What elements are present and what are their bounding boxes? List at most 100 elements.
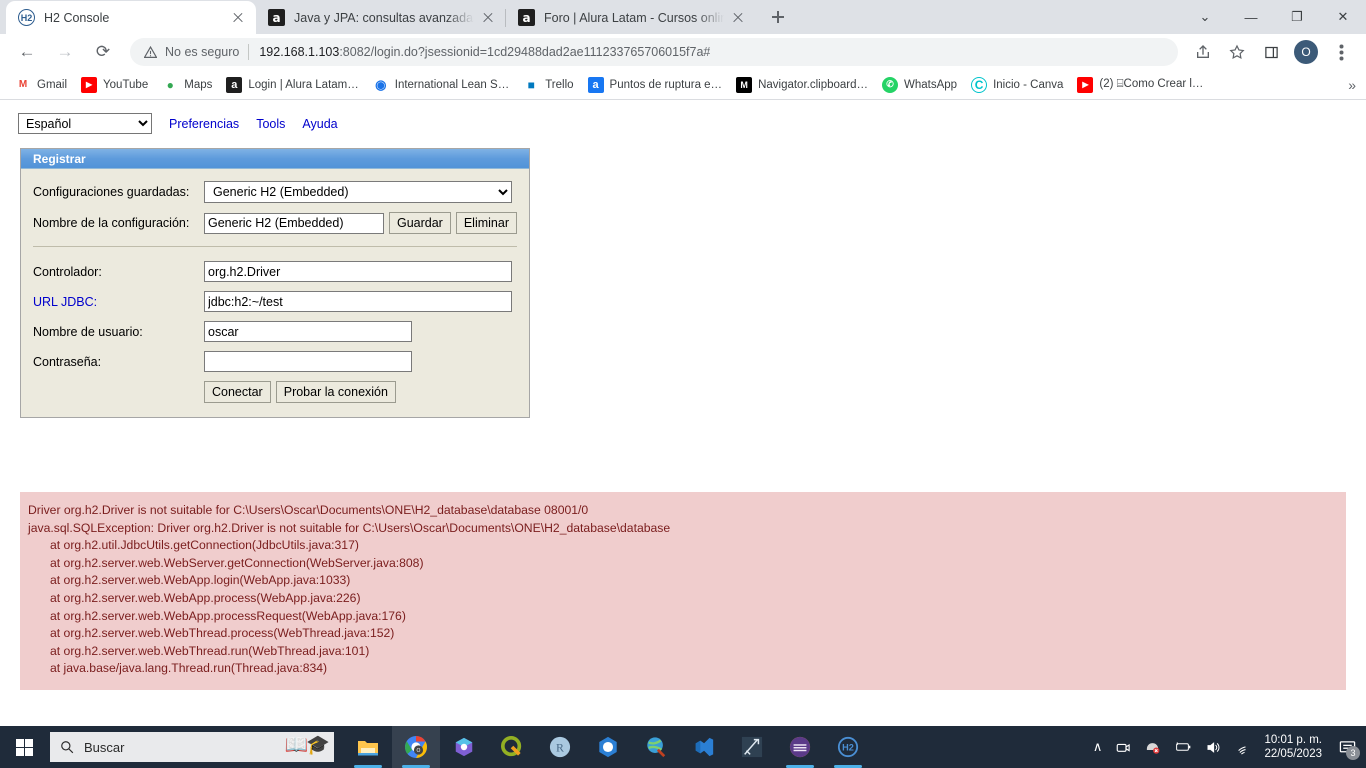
new-tab-button[interactable] (764, 3, 792, 31)
taskbar-geogebra[interactable] (728, 726, 776, 768)
saved-settings-row: Configuraciones guardadas: Generic H2 (E… (33, 181, 517, 203)
gmail-icon: M (15, 76, 31, 93)
setting-name-label: Nombre de la configuración: (33, 216, 190, 230)
bookmark-canva[interactable]: C Inicio - Canva (964, 74, 1070, 96)
whatsapp-icon: ✆ (882, 76, 899, 93)
close-window-icon[interactable]: ✕ (1320, 0, 1366, 34)
taskbar-google-chrome[interactable]: O (392, 726, 440, 768)
notification-center-button[interactable]: 3 (1332, 726, 1362, 768)
battery-icon[interactable] (1167, 740, 1198, 754)
alura-icon: a (587, 76, 604, 93)
tab-h2-console[interactable]: H2 H2 Console (6, 1, 256, 34)
test-connection-button[interactable]: Probar la conexión (275, 381, 396, 403)
taskbar-vs-code[interactable] (680, 726, 728, 768)
screen-record-icon[interactable] (1109, 740, 1138, 755)
svg-text:H2: H2 (842, 743, 854, 753)
bookmark-label: (2) ⌸Como Crear l… (1099, 78, 1204, 90)
taskbar-globe-app[interactable] (584, 726, 632, 768)
bookmark-navigator-clipboard[interactable]: M Navigator.clipboard… (729, 74, 875, 96)
save-button[interactable]: Guardar (388, 212, 451, 234)
taskbar-h2-console[interactable]: H2 (824, 726, 872, 768)
forward-icon[interactable]: → (51, 38, 79, 66)
error-line: Driver org.h2.Driver is not suitable for… (28, 503, 589, 517)
search-illustration-icon: 📖🎓 (284, 735, 330, 756)
tab-foro-alura[interactable]: a Foro | Alura Latam - Cursos onlin (505, 1, 756, 34)
bookmark-gmail[interactable]: M Gmail (8, 74, 74, 96)
connect-button[interactable]: Conectar (204, 381, 271, 403)
help-link[interactable]: Ayuda (302, 117, 337, 131)
tab-title: H2 Console (44, 10, 110, 25)
reload-icon[interactable]: ⟳ (89, 38, 117, 66)
clock-date: 22/05/2023 (1264, 748, 1322, 760)
tray-expand-chevron-icon[interactable]: ∧ (1086, 739, 1110, 755)
maximize-icon[interactable]: ❐ (1274, 0, 1320, 34)
driver-input[interactable] (204, 261, 512, 282)
error-line: at org.h2.server.web.WebThread.run(WebTh… (50, 643, 370, 658)
tools-link[interactable]: Tools (256, 117, 285, 131)
security-label: No es seguro (165, 45, 240, 59)
preferences-link[interactable]: Preferencias (169, 117, 239, 131)
taskbar-jetbrains-app[interactable] (776, 726, 824, 768)
username-label: Nombre de usuario: (33, 324, 143, 339)
bookmark-star-icon[interactable] (1223, 38, 1251, 66)
tab-title: Java y JPA: consultas avanzadas, r (294, 10, 474, 25)
toolbar-icons: O (1186, 38, 1358, 66)
error-line: at org.h2.server.web.WebThread.process(W… (50, 626, 395, 641)
chrome-menu-icon[interactable] (1327, 38, 1355, 66)
error-line: java.sql.SQLException: Driver org.h2.Dri… (28, 520, 671, 535)
close-icon[interactable] (730, 10, 746, 26)
minimize-icon[interactable]: — (1228, 0, 1274, 34)
start-button[interactable] (0, 726, 48, 768)
username-row: Nombre de usuario: (33, 321, 517, 342)
taskbar-file-explorer[interactable] (344, 726, 392, 768)
action-buttons-row: Conectar Probar la conexión (33, 381, 517, 403)
bookmark-whatsapp[interactable]: ✆ WhatsApp (875, 74, 964, 96)
wifi-icon[interactable] (1228, 740, 1258, 755)
back-icon[interactable]: ← (13, 38, 41, 66)
username-input[interactable] (204, 321, 412, 342)
language-select[interactable]: Español (18, 113, 152, 134)
taskbar-rstudio[interactable]: R (536, 726, 584, 768)
share-icon[interactable] (1189, 38, 1217, 66)
setting-name-input[interactable] (204, 212, 384, 234)
jdbc-url-input[interactable] (204, 291, 512, 312)
taskbar-search-box[interactable]: Buscar 📖🎓 (50, 732, 334, 762)
close-icon[interactable] (230, 10, 246, 26)
bookmarks-overflow-icon[interactable]: » (1348, 77, 1356, 93)
clock-time: 10:01 p. m. (1264, 734, 1322, 746)
url-text: 192.168.1.103:8082/login.do?jsessionid=1… (259, 45, 710, 59)
taskbar-microsoft-office[interactable] (440, 726, 488, 768)
bookmark-login-alura[interactable]: a Login | Alura Latam… (219, 74, 365, 96)
taskbar-qgis[interactable] (488, 726, 536, 768)
not-secure-warning-icon[interactable] (142, 44, 158, 60)
address-bar[interactable]: No es seguro 192.168.1.103:8082/login.do… (130, 38, 1178, 66)
bookmark-label: Inicio - Canva (993, 78, 1064, 91)
taskbar-clock[interactable]: 10:01 p. m. 22/05/2023 (1258, 733, 1332, 761)
bookmark-como-crear[interactable]: ▶ (2) ⌸Como Crear l… (1070, 74, 1210, 96)
mute-icon[interactable] (1138, 740, 1167, 755)
delete-button[interactable]: Eliminar (455, 212, 517, 234)
taskbar-search-globe-app[interactable] (632, 726, 680, 768)
saved-settings-select[interactable]: Generic H2 (Embedded) (204, 181, 512, 203)
bookmark-international-lean[interactable]: ◉ International Lean S… (366, 74, 516, 96)
tab-java-jpa[interactable]: a Java y JPA: consultas avanzadas, r (256, 1, 506, 34)
bookmark-trello[interactable]: ■ Trello (516, 74, 580, 96)
bookmark-puntos-ruptura[interactable]: a Puntos de ruptura e… (581, 74, 730, 96)
side-panel-icon[interactable] (1257, 38, 1285, 66)
tab-search-icon[interactable]: ⌄ (1182, 0, 1228, 34)
setting-name-row: Nombre de la configuración: Guardar Elim… (33, 212, 517, 234)
h2-favicon: H2 (18, 9, 35, 26)
bookmark-maps[interactable]: ● Maps (155, 74, 219, 96)
close-icon[interactable] (480, 10, 496, 26)
avatar[interactable]: O (1294, 40, 1318, 64)
error-line: at org.h2.util.JdbcUtils.getConnection(J… (50, 538, 359, 553)
volume-icon[interactable] (1198, 740, 1228, 755)
bookmark-youtube[interactable]: ▶ YouTube (74, 74, 155, 96)
error-line: at org.h2.server.web.WebApp.processReque… (50, 608, 406, 623)
bookmarks-bar: M Gmail ▶ YouTube ● Maps a Login | Alura… (0, 70, 1366, 100)
browser-toolbar: ← → ⟳ No es seguro 192.168.1.103:8082/lo… (0, 34, 1366, 70)
jdbc-url-label[interactable]: URL JDBC: (33, 295, 204, 309)
password-input[interactable] (204, 351, 412, 372)
error-message-box: Driver org.h2.Driver is not suitable for… (20, 492, 1346, 690)
windows-taskbar: Buscar 📖🎓 O R H2 ∧ 10:01 p. m. 22/05/202… (0, 726, 1366, 768)
